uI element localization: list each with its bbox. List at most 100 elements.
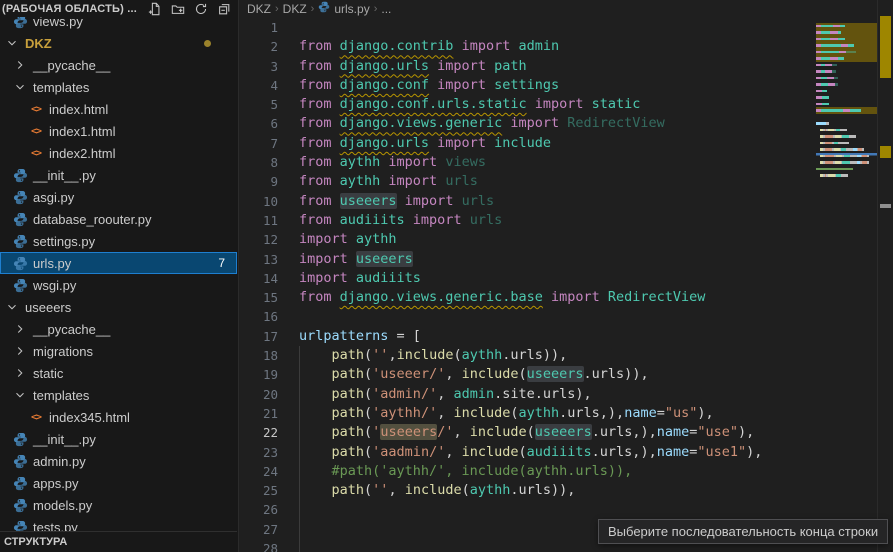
line-content: from django.conf.urls.static import stat… — [278, 95, 640, 114]
file-row[interactable]: wsgi.py — [0, 274, 237, 296]
file-name: wsgi.py — [33, 278, 76, 293]
line-number: 9 — [239, 172, 278, 191]
folder-row[interactable]: templates — [0, 384, 237, 406]
code-line[interactable]: 18 path('',include(aythh.urls)), — [239, 346, 816, 365]
workspace-title: (РАБОЧАЯ ОБЛАСТЬ) ... — [2, 3, 148, 15]
code-line[interactable]: 16 — [239, 307, 816, 326]
code-line[interactable]: 11from audiiits import urls — [239, 211, 816, 230]
chevron-down-icon — [4, 300, 20, 314]
file-name: models.py — [33, 498, 92, 513]
python-icon — [12, 190, 28, 205]
indent-guide — [299, 346, 300, 552]
code-line[interactable]: 2from django.contrib import admin — [239, 37, 816, 56]
line-number: 21 — [239, 404, 278, 423]
breadcrumb-item[interactable]: DKZ — [247, 2, 271, 16]
python-icon — [12, 432, 28, 447]
line-content: urlpatterns = [ — [278, 327, 421, 346]
file-name: static — [33, 366, 63, 381]
code-line[interactable]: 20 path('admin/', admin.site.urls), — [239, 385, 816, 404]
new-folder-icon[interactable] — [171, 2, 185, 16]
file-tree: views.pyDKZ__pycache__templates<>index.h… — [0, 0, 237, 538]
file-row[interactable]: __init__.py — [0, 428, 237, 450]
folder-row[interactable]: useeers — [0, 296, 237, 318]
line-content: path('admin/', admin.site.urls), — [278, 385, 592, 404]
code-line[interactable]: 4from django.conf import settings — [239, 76, 816, 95]
code-line[interactable]: 8from aythh import views — [239, 153, 816, 172]
line-number: 7 — [239, 134, 278, 153]
file-row[interactable]: __init__.py — [0, 164, 237, 186]
breadcrumb-label: DKZ — [247, 2, 271, 16]
editor-pane: DKZ›DKZ›urls.py›... 12from django.contri… — [239, 0, 893, 552]
folder-row[interactable]: templates — [0, 76, 237, 98]
file-row[interactable]: database_roouter.py — [0, 208, 237, 230]
code-line[interactable]: 1 — [239, 18, 816, 37]
outline-section-header[interactable]: СТРУКТУРА — [0, 531, 237, 552]
code-line[interactable]: 21 path('aythh/', include(aythh.urls,),n… — [239, 404, 816, 423]
file-row[interactable]: admin.py — [0, 450, 237, 472]
file-name: templates — [33, 80, 89, 95]
html-icon: <> — [28, 148, 44, 159]
code-line[interactable]: 23 path('aadmin/', include(audiiits.urls… — [239, 443, 816, 462]
code-line[interactable]: 10from useeers import urls — [239, 192, 816, 211]
code-line[interactable]: 13import useeers — [239, 250, 816, 269]
code-line[interactable]: 17urlpatterns = [ — [239, 327, 816, 346]
python-icon — [12, 278, 28, 293]
breadcrumb-item[interactable]: DKZ — [283, 2, 307, 16]
chevron-right-icon: › — [311, 3, 315, 15]
file-row[interactable]: <>index1.html — [0, 120, 237, 142]
file-row[interactable]: settings.py — [0, 230, 237, 252]
line-number: 6 — [239, 114, 278, 133]
line-number: 27 — [239, 520, 278, 539]
folder-row[interactable]: __pycache__ — [0, 54, 237, 76]
folder-row[interactable]: static — [0, 362, 237, 384]
code-line[interactable]: 25 path('', include(aythh.urls)), — [239, 481, 816, 500]
file-row[interactable]: apps.py — [0, 472, 237, 494]
folder-row[interactable]: migrations — [0, 340, 237, 362]
file-name: index.html — [49, 102, 108, 117]
file-row[interactable]: asgi.py — [0, 186, 237, 208]
overview-ruler — [877, 0, 893, 552]
code-area[interactable]: 12from django.contrib import admin3from … — [239, 17, 816, 552]
breadcrumb-label: urls.py — [334, 2, 369, 16]
minimap[interactable] — [816, 16, 878, 198]
folder-row[interactable]: DKZ — [0, 32, 237, 54]
code-line[interactable]: 9from aythh import urls — [239, 172, 816, 191]
code-line[interactable]: 24 #path('aythh/', include(aythh.urls)), — [239, 462, 816, 481]
refresh-icon[interactable] — [194, 2, 208, 16]
breadcrumb: DKZ›DKZ›urls.py›... — [239, 0, 893, 17]
code-line[interactable]: 5from django.conf.urls.static import sta… — [239, 95, 816, 114]
line-number: 8 — [239, 153, 278, 172]
code-line[interactable]: 3from django.urls import path — [239, 57, 816, 76]
file-row[interactable]: <>index345.html — [0, 406, 237, 428]
collapse-all-icon[interactable] — [217, 2, 231, 16]
code-line[interactable]: 19 path('useeer/', include(useeers.urls)… — [239, 365, 816, 384]
python-icon — [12, 168, 28, 183]
code-line[interactable]: 15from django.views.generic.base import … — [239, 288, 816, 307]
code-line[interactable]: 22 path('useeers/', include(useeers.urls… — [239, 423, 816, 442]
line-content — [278, 18, 299, 37]
file-name: apps.py — [33, 476, 79, 491]
folder-row[interactable]: __pycache__ — [0, 318, 237, 340]
code-line[interactable]: 7from django.urls import include — [239, 134, 816, 153]
line-number: 26 — [239, 500, 278, 519]
line-number: 18 — [239, 346, 278, 365]
code-line[interactable]: 14import audiiits — [239, 269, 816, 288]
breadcrumb-item[interactable]: urls.py — [318, 1, 369, 16]
line-content: from useeers import urls — [278, 192, 494, 211]
code-line[interactable]: 12import aythh — [239, 230, 816, 249]
code-line[interactable]: 26 — [239, 500, 816, 519]
file-name: __pycache__ — [33, 322, 110, 337]
file-row[interactable]: models.py — [0, 494, 237, 516]
code-line[interactable]: 6from django.views.generic import Redire… — [239, 114, 816, 133]
file-row[interactable]: <>index2.html — [0, 142, 237, 164]
breadcrumb-item[interactable]: ... — [381, 2, 391, 16]
chevron-down-icon — [4, 36, 20, 50]
html-icon: <> — [28, 412, 44, 423]
new-file-icon[interactable] — [148, 2, 162, 16]
line-content: import aythh — [278, 230, 397, 249]
file-row[interactable]: urls.py7 — [0, 252, 237, 274]
file-row[interactable]: <>index.html — [0, 98, 237, 120]
explorer-actions — [148, 2, 231, 16]
file-name: __pycache__ — [33, 58, 110, 73]
line-number: 12 — [239, 230, 278, 249]
